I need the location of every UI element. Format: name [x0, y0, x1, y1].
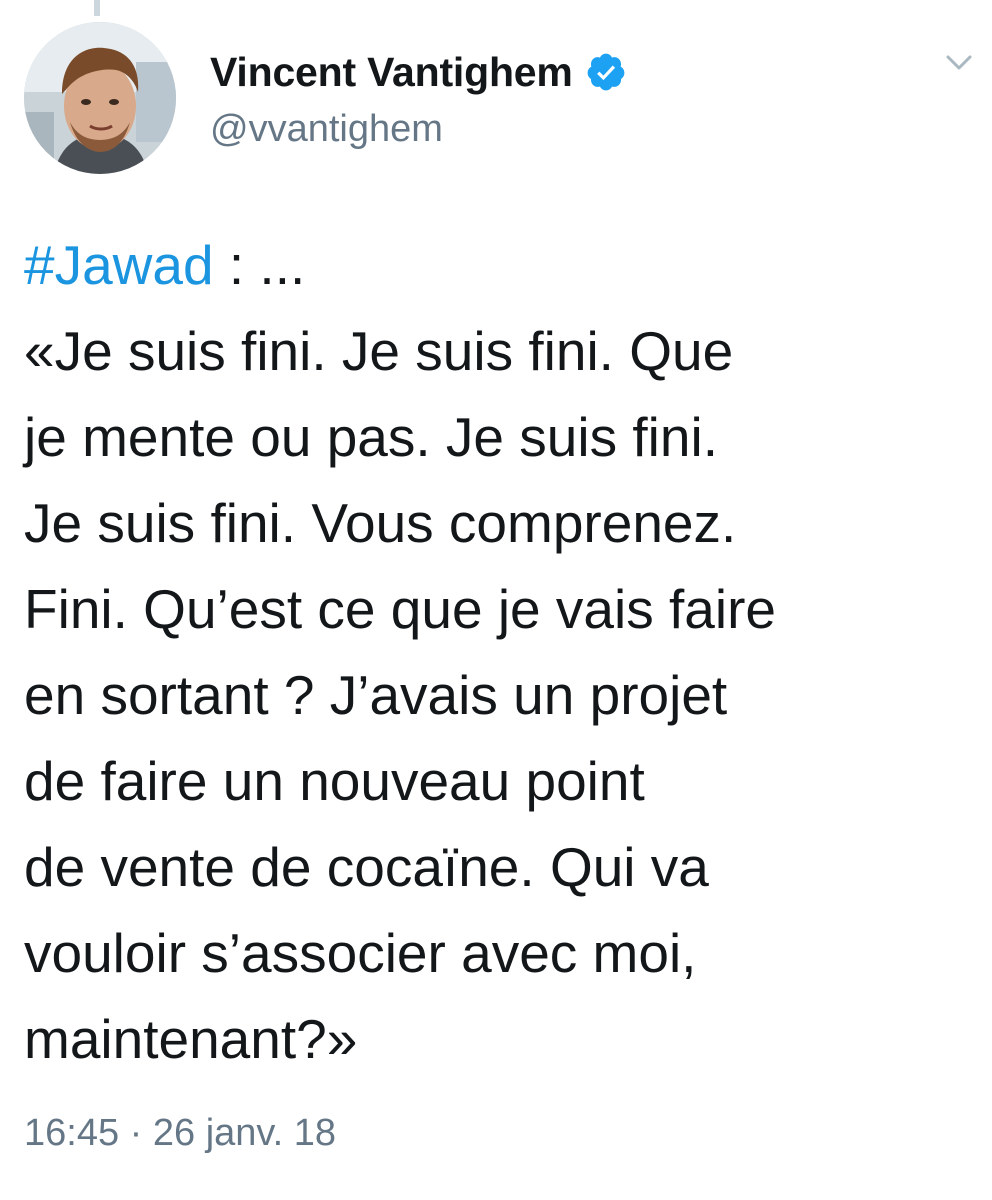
avatar-photo-icon [24, 22, 176, 174]
tweet-timestamp[interactable]: 16:45 · 26 janv. 18 [24, 1112, 336, 1155]
avatar[interactable] [24, 22, 176, 174]
tweet-text-line: maintenant?» [24, 1008, 358, 1070]
tweet-text-line: «Je suis fini. Je suis fini. Que [24, 320, 734, 382]
hashtag-link[interactable]: #Jawad [24, 234, 214, 296]
tweet-text-line: en sortant ? J’avais un projet [24, 664, 728, 726]
tweet-text: #Jawad : ... «Je suis fini. Je suis fini… [24, 222, 974, 1082]
tweet-text-line: vouloir s’associer avec moi, [24, 922, 697, 984]
chevron-down-icon[interactable] [944, 52, 974, 74]
tweet-text-line: Je suis fini. Vous comprenez. [24, 492, 737, 554]
hashtag-suffix: : ... [213, 234, 306, 296]
tweet-time: 16:45 [24, 1112, 120, 1154]
tweet-text-first-line: #Jawad : ... [24, 222, 974, 308]
timestamp-separator: · [119, 1112, 153, 1154]
tweet-text-line: Fini. Qu’est ce que je vais faire [24, 578, 777, 640]
tweet-text-line: de faire un nouveau point [24, 750, 645, 812]
tweet-card: Vincent Vantighem @vvantighem #Jawad : .… [0, 0, 992, 1200]
tweet-text-line: je mente ou pas. Je suis fini. [24, 406, 718, 468]
verified-badge-icon [587, 53, 625, 91]
author-name-row[interactable]: Vincent Vantighem [210, 44, 627, 100]
thread-connector-line [94, 0, 100, 16]
tweet-text-line: de vente de cocaïne. Qui va [24, 836, 709, 898]
author-display-name[interactable]: Vincent Vantighem [210, 49, 573, 96]
author-handle[interactable]: @vvantighem [210, 108, 443, 151]
tweet-date: 26 janv. 18 [152, 1112, 336, 1154]
